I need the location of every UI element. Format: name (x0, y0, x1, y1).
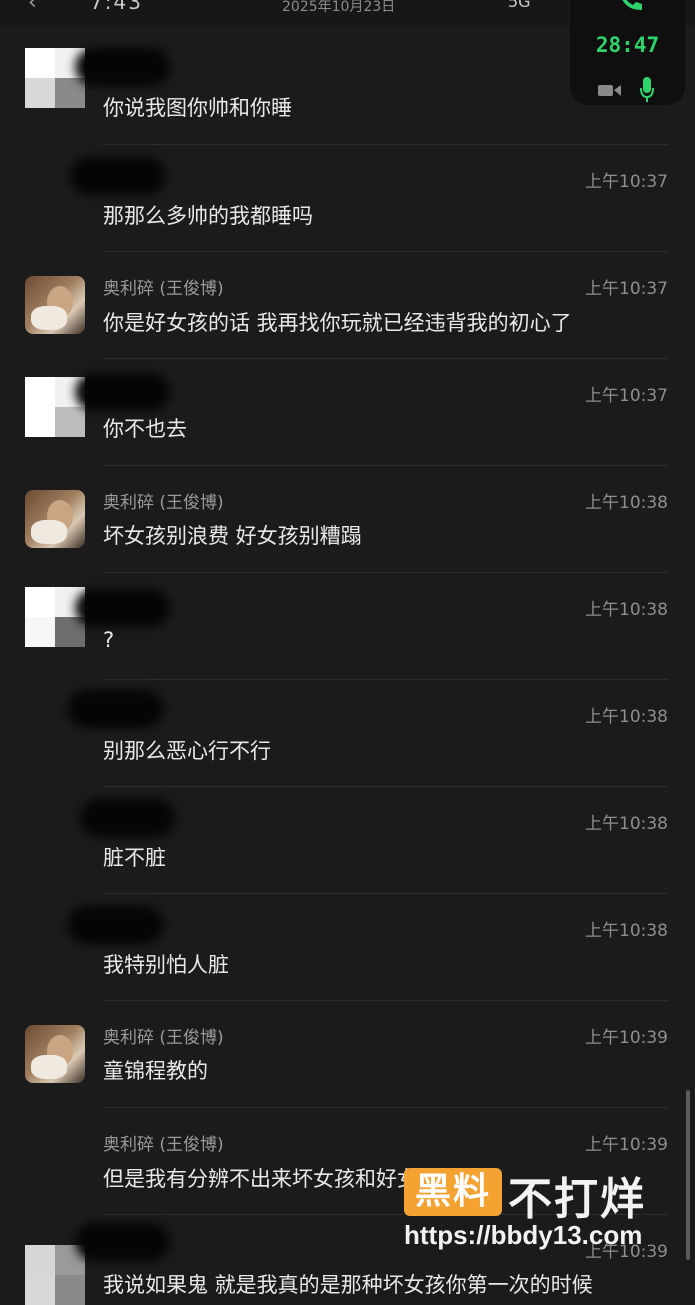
back-chevron-icon[interactable]: ‹ (28, 0, 37, 15)
message-item[interactable]: 奥利碎 (王俊博) 上午10:37 你是好女孩的话 我再找你玩就已经违背我的初心… (0, 252, 695, 359)
scrollbar[interactable] (686, 1090, 690, 1260)
message-text: 你不也去 (103, 417, 187, 441)
message-time: 上午10:37 (585, 386, 668, 406)
message-text: 童锦程教的 (103, 1059, 208, 1083)
message-text: 脏不脏 (103, 846, 166, 870)
message-text: 我特别怕人脏 (103, 953, 229, 977)
status-time: 7:43 (90, 0, 143, 14)
message-time: 上午10:39 (585, 1135, 668, 1155)
sender-name: 奥利碎 (王俊博) (103, 493, 224, 513)
redacted-name (70, 157, 165, 195)
message-time: 上午10:39 (585, 1028, 668, 1048)
message-item[interactable]: 上午10:38 ? (0, 573, 695, 680)
avatar[interactable] (25, 1025, 85, 1083)
message-text: ? (103, 628, 115, 652)
watermark-badge: 黑料 (404, 1168, 502, 1216)
message-text: 坏女孩别浪费 好女孩别糟蹋 (103, 524, 362, 548)
message-item[interactable]: 奥利碎 (王俊博) 上午10:39 童锦程教的 (0, 1001, 695, 1108)
watermark-title: 不打烊 (508, 1174, 646, 1225)
avatar[interactable] (25, 490, 85, 548)
message-time: 上午10:38 (585, 921, 668, 941)
message-time: 上午10:38 (585, 707, 668, 727)
message-time: 上午10:38 (585, 814, 668, 834)
sender-name: 奥利碎 (王俊博) (103, 279, 224, 299)
message-text: 别那么恶心行不行 (103, 739, 271, 763)
message-time: 上午10:37 (585, 172, 668, 192)
message-text: 你说我图你帅和你睡 (103, 96, 292, 120)
message-text: 那那么多帅的我都睡吗 (103, 204, 313, 228)
redacted-name (80, 799, 175, 837)
message-item[interactable]: 上午10:38 脏不脏 (0, 787, 695, 894)
message-item[interactable]: 你说我图你帅和你睡 (0, 38, 695, 145)
avatar[interactable] (25, 1245, 85, 1305)
message-time: 上午10:37 (585, 279, 668, 299)
message-item[interactable]: 上午10:38 别那么恶心行不行 (0, 680, 695, 787)
sender-name: 奥利碎 (王俊博) (103, 1135, 224, 1155)
redacted-name (75, 589, 170, 627)
message-text: 我说如果鬼 就是我真的是那种坏女孩你第一次的时候 (103, 1273, 593, 1297)
sender-name: 奥利碎 (王俊博) (103, 1028, 224, 1048)
message-item[interactable]: 奥利碎 (王俊博) 上午10:38 坏女孩别浪费 好女孩别糟蹋 (0, 466, 695, 573)
avatar[interactable] (25, 587, 85, 647)
redacted-name (75, 1223, 170, 1261)
watermark: 黑料 不打烊 https://bbdy13.com (404, 1163, 669, 1268)
redacted-name (75, 373, 170, 411)
message-item[interactable]: 上午10:37 那那么多帅的我都睡吗 (0, 145, 695, 252)
redacted-name (68, 906, 163, 944)
message-text: 你是好女孩的话 我再找你玩就已经违背我的初心了 (103, 311, 572, 335)
redacted-name (68, 690, 163, 728)
signal-indicator: 5G (508, 0, 531, 11)
redacted-name (75, 48, 170, 86)
chat-date: 2025年10月23日 (282, 0, 396, 15)
message-item[interactable]: 上午10:37 你不也去 (0, 359, 695, 466)
message-item[interactable]: 上午10:38 我特别怕人脏 (0, 894, 695, 1001)
phone-icon (622, 0, 642, 10)
message-time: 上午10:38 (585, 600, 668, 620)
avatar[interactable] (25, 276, 85, 334)
message-time: 上午10:38 (585, 493, 668, 513)
message-text: 但是我有分辨不出来坏女孩和好女孩 (103, 1167, 439, 1191)
watermark-url: https://bbdy13.com (404, 1220, 643, 1250)
avatar[interactable] (25, 48, 85, 108)
